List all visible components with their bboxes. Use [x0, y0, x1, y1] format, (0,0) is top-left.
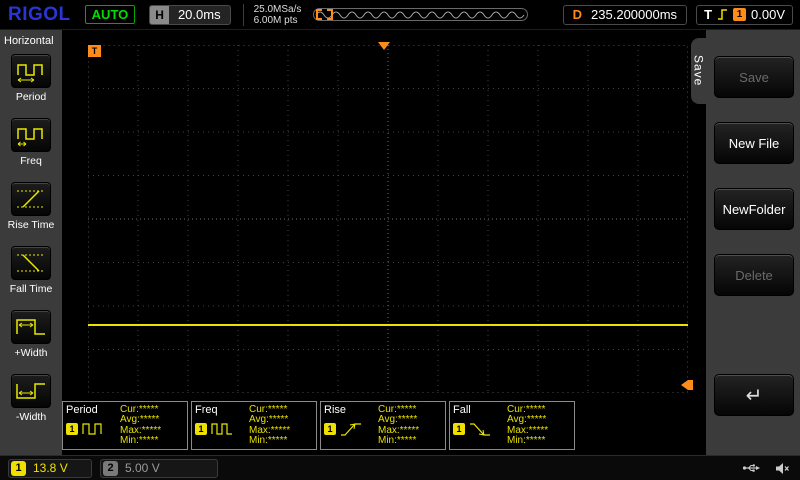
- brand-logo: RIGOL: [8, 3, 71, 25]
- channel-badge: 1: [324, 423, 336, 435]
- timebase-value: 20.0ms: [177, 7, 221, 22]
- freq-wave-icon: [211, 423, 232, 435]
- right-menu-tab-label: Save: [691, 55, 706, 87]
- channel2-badge: 2: [103, 460, 118, 476]
- measurement-avg: Avg:*****: [249, 414, 289, 426]
- channel-badge: 1: [195, 423, 207, 435]
- measurement-name: Rise: [324, 404, 347, 416]
- trigger-level-arrow-icon: [681, 380, 688, 390]
- graticule: [88, 45, 688, 393]
- freq-icon: [11, 118, 51, 152]
- measurement-panel-rise[interactable]: Rise 1 Cur:***** Avg:***** Max:***** Min…: [320, 401, 446, 450]
- measurement-avg: Avg:*****: [378, 414, 418, 426]
- menu-item-fall-time[interactable]: Fall Time: [0, 244, 62, 308]
- menu-item-rise-time[interactable]: Rise Time: [0, 180, 62, 244]
- horizontal-timebase-readout[interactable]: H 20.0ms: [149, 4, 231, 25]
- menu-item-plus-width[interactable]: +Width: [0, 308, 62, 372]
- channel-badge: 1: [66, 423, 78, 435]
- memory-depth: 6.00M pts: [253, 14, 298, 26]
- period-wave-icon: [82, 423, 102, 435]
- trigger-readout[interactable]: T 1 0.00V: [696, 4, 793, 25]
- trigger-source-badge: 1: [733, 8, 747, 21]
- memory-wave-icon: [315, 9, 525, 20]
- save-button[interactable]: Save: [714, 56, 794, 98]
- bottom-bar: 1 13.8 V 2 5.00 V: [0, 455, 800, 480]
- menu-item-minus-width[interactable]: -Width: [0, 372, 62, 436]
- new-folder-button[interactable]: NewFolder: [714, 188, 794, 230]
- delay-readout[interactable]: D 235.200000ms: [562, 4, 688, 25]
- sample-rate: 25.0MSa/s: [253, 3, 302, 15]
- delay-value: 235.200000ms: [591, 7, 678, 22]
- acquisition-readout: 25.0MSa/s 6.00M pts: [242, 3, 302, 26]
- return-arrow-icon: ↵: [745, 384, 763, 407]
- measurement-name: Freq: [195, 404, 218, 416]
- menu-item-label: -Width: [15, 411, 47, 423]
- right-soft-menu: Save Save New File NewFolder Delete ↵: [690, 30, 800, 455]
- measurement-panel-period[interactable]: Period 1 Cur:***** Avg:***** Max:***** M…: [62, 401, 188, 450]
- menu-item-label: Freq: [20, 155, 42, 167]
- period-icon: [11, 54, 51, 88]
- measurement-avg: Avg:*****: [120, 414, 160, 426]
- channel1-badge: 1: [11, 460, 26, 476]
- measurement-avg: Avg:*****: [507, 414, 547, 426]
- menu-item-label: Period: [15, 91, 47, 103]
- trigger-position-marker: [378, 42, 390, 50]
- channel-badge: 1: [453, 423, 465, 435]
- measurement-min: Min:*****: [120, 434, 159, 446]
- menu-item-label: Fall Time: [9, 283, 53, 295]
- menu-item-freq[interactable]: Freq: [0, 116, 62, 180]
- menu-item-label: +Width: [14, 347, 48, 359]
- usb-icon: [742, 464, 760, 472]
- fall-wave-icon: [470, 423, 490, 436]
- right-menu-tab: Save: [691, 38, 706, 104]
- measurement-panel-freq[interactable]: Freq 1 Cur:***** Avg:***** Max:***** Min…: [191, 401, 317, 450]
- oscilloscope-screen: RIGOL AUTO H 20.0ms 25.0MSa/s 6.00M pts …: [0, 0, 800, 480]
- delete-button[interactable]: Delete: [714, 254, 794, 296]
- new-file-button[interactable]: New File: [714, 122, 794, 164]
- trigger-level-value: 0.00V: [751, 7, 785, 22]
- measurement-min: Min:*****: [378, 434, 417, 446]
- trigger-corner-marker: T: [88, 45, 101, 57]
- run-status-badge: AUTO: [84, 5, 136, 24]
- trigger-slope-icon: [718, 9, 728, 20]
- h-label: H: [150, 5, 169, 24]
- plus-width-icon: [11, 310, 51, 344]
- channel2-scale: 5.00 V: [125, 461, 160, 475]
- channel1-scale: 13.8 V: [33, 461, 68, 475]
- measurement-name: Fall: [453, 404, 471, 416]
- rise-wave-icon: [341, 423, 361, 436]
- trigger-label: T: [704, 7, 713, 22]
- left-menu-title: Horizontal: [4, 35, 54, 47]
- channel1-status[interactable]: 1 13.8 V: [8, 458, 92, 478]
- rise-time-icon: [11, 182, 51, 216]
- minus-width-icon: [11, 374, 51, 408]
- measurement-min: Min:*****: [249, 434, 288, 446]
- menu-item-period[interactable]: Period: [0, 52, 62, 116]
- top-bar: RIGOL AUTO H 20.0ms 25.0MSa/s 6.00M pts …: [0, 0, 800, 30]
- fall-time-icon: [11, 246, 51, 280]
- measurement-panel-fall[interactable]: Fall 1 Cur:***** Avg:***** Max:***** Min…: [449, 401, 575, 450]
- speaker-icon: [776, 462, 789, 474]
- return-button[interactable]: ↵: [714, 374, 794, 416]
- channel2-status[interactable]: 2 5.00 V: [100, 458, 218, 478]
- delay-label: D: [572, 7, 583, 22]
- measurement-row: Period 1 Cur:***** Avg:***** Max:***** M…: [62, 401, 575, 450]
- memory-position-bar: [313, 8, 529, 21]
- menu-item-label: Rise Time: [7, 219, 55, 231]
- left-soft-menu: Horizontal Period Freq Rise Time Fall Ti…: [0, 30, 62, 455]
- measurement-min: Min:*****: [507, 434, 546, 446]
- measurement-name: Period: [66, 404, 98, 416]
